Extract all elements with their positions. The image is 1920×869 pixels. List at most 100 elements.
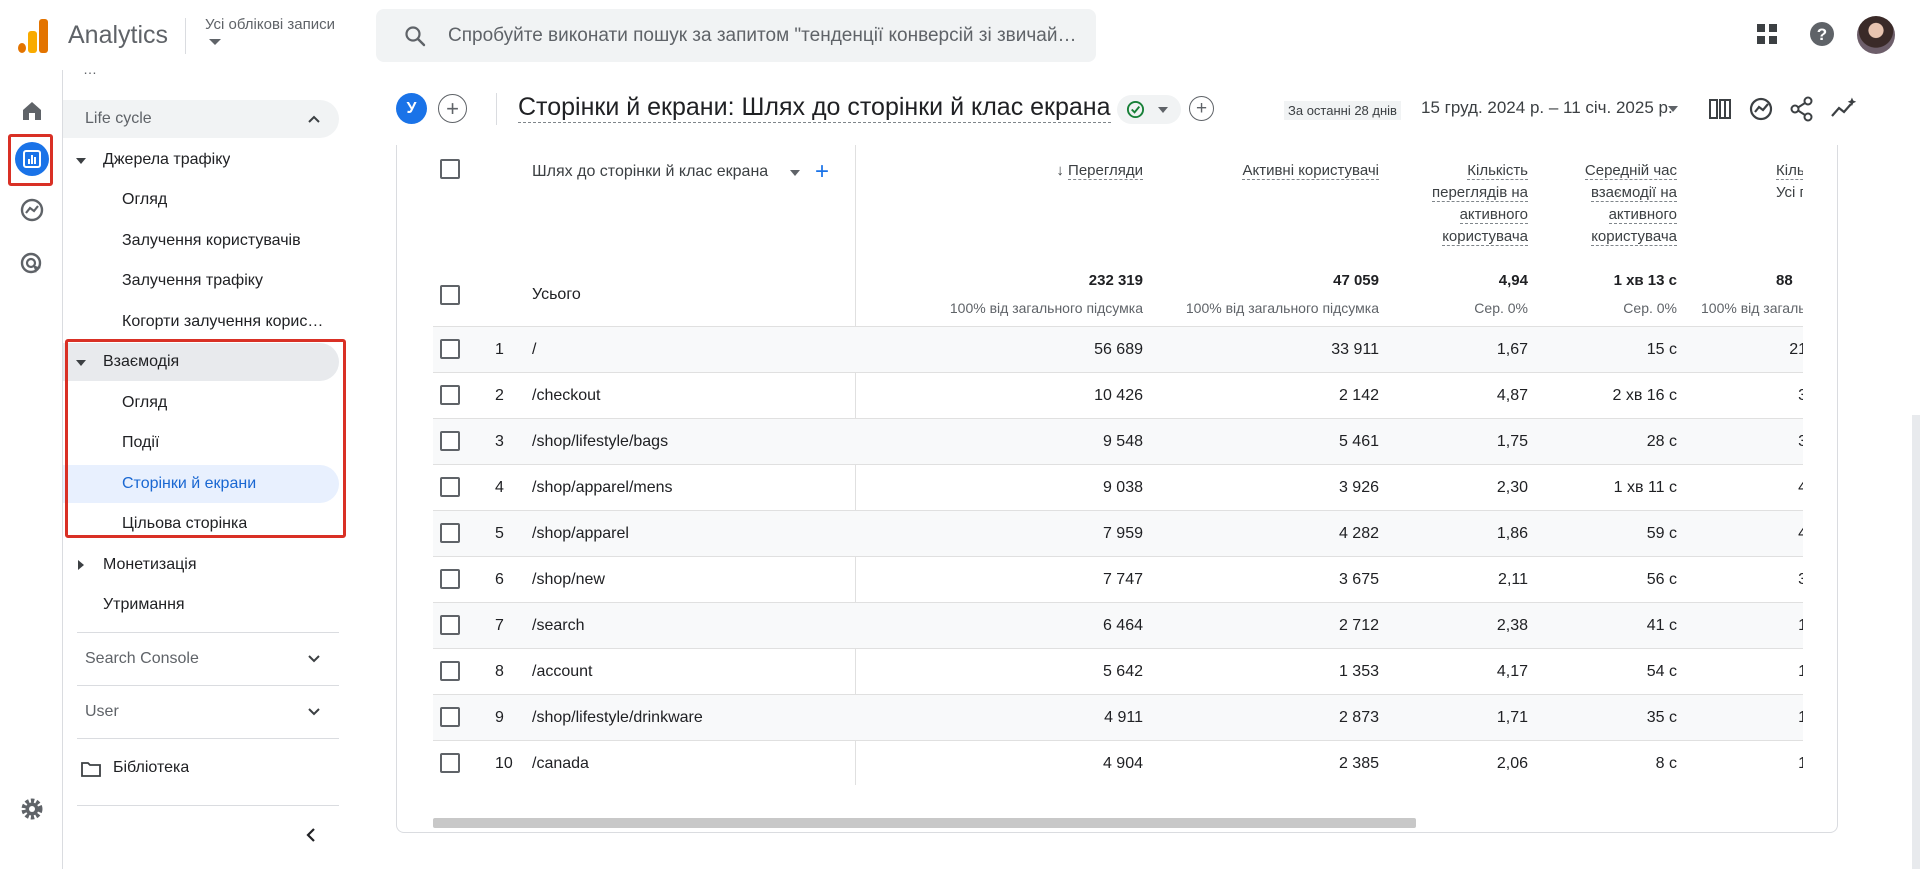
row-checkbox[interactable] (440, 707, 460, 727)
row-checkbox[interactable] (440, 753, 460, 773)
sidebar-item-acquisition-cohorts[interactable]: Когорти залучення корис… (63, 303, 339, 341)
divider (77, 805, 339, 806)
dimension-header[interactable]: Шлях до сторінки й клас екрана (532, 163, 768, 181)
sidebar-item-retention[interactable]: Утримання (63, 586, 339, 624)
dimension-dropdown-icon[interactable] (790, 170, 800, 176)
table-row[interactable]: 5/shop/apparel 7 959 4 282 1,86 59 с 4 (433, 510, 1803, 556)
views-value: 9 548 (1102, 433, 1143, 450)
add-comparison-button[interactable]: + (438, 94, 467, 123)
page-path-link[interactable]: /canada (532, 755, 832, 773)
table-row[interactable]: 10/canada 4 904 2 385 2,06 8 с 1 (433, 740, 1803, 785)
report-status-menu[interactable] (1117, 95, 1181, 124)
divider (77, 632, 339, 633)
left-rail (0, 70, 63, 869)
date-dropdown-icon[interactable] (1668, 106, 1678, 112)
divider (185, 18, 186, 54)
sidebar-section-search-console[interactable]: Search Console (63, 640, 339, 678)
row-checkbox[interactable] (440, 385, 460, 405)
row-checkbox[interactable] (440, 615, 460, 635)
insights-icon[interactable] (1747, 95, 1775, 123)
row-checkbox[interactable] (440, 339, 460, 359)
settings-gear-icon[interactable] (14, 791, 50, 827)
vertical-scrollbar[interactable] (1912, 415, 1920, 869)
advertising-icon[interactable] (14, 246, 50, 282)
column-header-avg-engagement-time[interactable]: Середній час взаємодії на активного кори… (1563, 160, 1677, 248)
column-header-views[interactable]: ↓ Перегляди (963, 160, 1143, 182)
event-count-value: 3 (1693, 387, 1803, 405)
row-index: 2 (495, 387, 504, 404)
totals-label: Усього (532, 286, 581, 303)
comparison-badge[interactable]: У (396, 93, 427, 124)
reports-icon[interactable] (15, 142, 49, 176)
table-row[interactable]: 9/shop/lifestyle/drinkware 4 911 2 873 1,71… (433, 694, 1803, 740)
trend-sparkle-icon[interactable] (1829, 95, 1857, 123)
search-input[interactable]: Спробуйте виконати пошук за запитом "тен… (448, 25, 1084, 47)
chevron-up-icon (308, 115, 320, 123)
collapse-sidebar-icon[interactable] (303, 827, 319, 843)
page-title: Сторінки й екрани: Шлях до сторінки й кл… (518, 93, 1111, 123)
page-path-link[interactable]: /checkout (532, 387, 832, 405)
home-icon[interactable] (14, 93, 50, 129)
sidebar-item-user-acquisition[interactable]: Залучення користувачів (63, 222, 339, 260)
row-checkbox[interactable] (440, 661, 460, 681)
add-dimension-button[interactable]: + (815, 158, 829, 186)
add-filter-button[interactable]: + (1189, 96, 1214, 121)
page-path-link[interactable]: /account (532, 663, 832, 681)
account-dropdown-icon[interactable] (209, 39, 221, 45)
header-checkbox[interactable] (440, 159, 460, 179)
table-row[interactable]: 4/shop/apparel/mens 9 038 3 926 2,30 1 хв 11… (433, 464, 1803, 510)
divider (77, 685, 339, 686)
row-index: 9 (495, 709, 504, 726)
page-path-link[interactable]: /shop/lifestyle/drinkware (532, 709, 832, 727)
totals-checkbox[interactable] (440, 285, 460, 305)
column-header-active-users[interactable]: Активні користувачі (1183, 160, 1379, 182)
analytics-logo-icon[interactable] (18, 19, 48, 53)
row-checkbox[interactable] (440, 431, 460, 451)
sidebar-truncated-item[interactable]: … (63, 60, 339, 78)
apps-grid-icon[interactable] (1751, 18, 1783, 50)
page-path-link[interactable]: /shop/apparel/mens (532, 479, 832, 497)
date-range-picker[interactable]: 15 груд. 2024 р. – 11 січ. 2025 р. (1421, 98, 1673, 118)
table-row[interactable]: 1 / 56 689 33 911 1,67 15 с 21 (433, 326, 1803, 372)
data-table: Шлях до сторінки й клас екрана + ↓ Перег… (433, 145, 1803, 785)
user-avatar[interactable] (1857, 16, 1895, 54)
account-selector-label[interactable]: Усі облікові записи (205, 16, 335, 33)
sidebar-item-traffic-sources[interactable]: Джерела трафіку (63, 141, 339, 179)
help-icon[interactable]: ? (1806, 18, 1838, 50)
page-path-link[interactable]: /search (532, 617, 832, 635)
search-bar[interactable]: Спробуйте виконати пошук за запитом "тен… (376, 9, 1096, 62)
table-row[interactable]: 8/account 5 642 1 353 4,17 54 с 1 (433, 648, 1803, 694)
views-per-user-value: 1,67 (1496, 341, 1528, 358)
page-path-link[interactable]: /shop/lifestyle/bags (532, 433, 832, 451)
share-icon[interactable] (1788, 95, 1816, 123)
views-per-user-value: 1,71 (1496, 709, 1528, 726)
table-row[interactable]: 6/shop/new 7 747 3 675 2,11 56 с 3 (433, 556, 1803, 602)
page-path-link[interactable]: /shop/apparel (532, 525, 832, 543)
row-checkbox[interactable] (440, 523, 460, 543)
total-event-count-percent: 100% від загального пі (1701, 300, 1803, 316)
horizontal-scrollbar[interactable] (433, 818, 1416, 828)
sidebar-item-traffic-acquisition[interactable]: Залучення трафіку (63, 262, 339, 300)
explore-icon[interactable] (14, 192, 50, 228)
customize-report-icon[interactable] (1706, 95, 1734, 123)
row-checkbox[interactable] (440, 569, 460, 589)
sidebar-item-sources-overview[interactable]: Огляд (63, 181, 339, 219)
views-per-user-value: 4,87 (1496, 387, 1528, 404)
sidebar-item-monetization[interactable]: Монетизація (63, 546, 339, 584)
row-checkbox[interactable] (440, 477, 460, 497)
views-value: 7 747 (1102, 571, 1143, 588)
column-header-event-count[interactable]: КількістьУсі под (1693, 160, 1803, 204)
sidebar-item-library[interactable]: Бібліотека (63, 749, 339, 787)
page-path-link[interactable]: /shop/new (532, 571, 832, 589)
column-header-views-per-user[interactable]: Кількість переглядів на активного корист… (1425, 160, 1528, 248)
event-count-value: 1 (1693, 709, 1803, 727)
row-index: 6 (495, 571, 504, 588)
table-row[interactable]: 2/checkout 10 426 2 142 4,87 2 хв 16 с 3 (433, 372, 1803, 418)
views-per-user-value: 4,17 (1496, 663, 1528, 680)
table-row[interactable]: 3/shop/lifestyle/bags 9 548 5 461 1,75 28 с 3 (433, 418, 1803, 464)
total-avg-engagement-time: 1 хв 13 с (1613, 272, 1677, 289)
table-row[interactable]: 7/search 6 464 2 712 2,38 41 с 1 (433, 602, 1803, 648)
sidebar-section-user[interactable]: User (63, 693, 339, 731)
page-path-link[interactable]: / (532, 341, 832, 359)
sidebar-section-lifecycle[interactable]: Life cycle (63, 100, 339, 138)
